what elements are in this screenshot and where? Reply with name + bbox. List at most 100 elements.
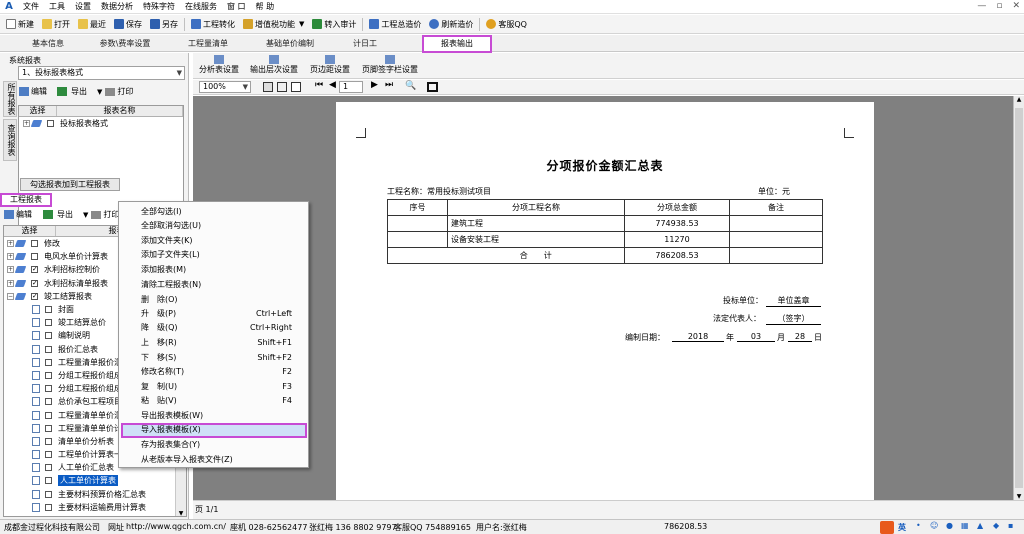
- context-menu-item[interactable]: 添加报表(M): [141, 264, 186, 276]
- tree-row[interactable]: 人工单价计算表: [4, 474, 186, 487]
- row-checkbox[interactable]: [45, 319, 52, 327]
- row-checkbox[interactable]: [45, 398, 52, 406]
- menu-special-chars[interactable]: 特殊字符: [138, 1, 180, 12]
- row-checkbox[interactable]: [45, 411, 52, 419]
- project-edit-button[interactable]: 编辑: [16, 209, 32, 220]
- add-to-project-reports-button[interactable]: 勾选报表加到工程报表: [20, 178, 120, 191]
- total-cost-button[interactable]: 工程总造价: [365, 16, 425, 33]
- context-menu-item[interactable]: 导出报表模板(W): [141, 410, 203, 422]
- row-checkbox[interactable]: ✓: [31, 279, 38, 287]
- tab-daywork[interactable]: 计日工: [340, 37, 390, 52]
- page-width-icon[interactable]: [291, 82, 301, 92]
- last-page-icon[interactable]: ⏭: [385, 80, 393, 90]
- grid-icon[interactable]: ▪: [1008, 521, 1018, 534]
- context-menu-item[interactable]: 全部勾选(I): [141, 206, 182, 218]
- row-checkbox[interactable]: ✓: [31, 266, 38, 274]
- minimize-button[interactable]: —: [977, 1, 986, 11]
- context-menu-item[interactable]: 上 移(R): [141, 337, 177, 349]
- tree-row[interactable]: 主要材料预算价格汇总表: [4, 488, 186, 501]
- row-checkbox[interactable]: [45, 490, 52, 498]
- vat-function-button[interactable]: 增值税功能 ▼: [239, 16, 308, 33]
- margin-settings-button[interactable]: 页边距设置: [309, 55, 351, 75]
- print-button[interactable]: 打印: [117, 86, 133, 97]
- preview-scrollbar[interactable]: ▲ ▼: [1013, 96, 1024, 500]
- emoji-icon[interactable]: ☺: [930, 521, 940, 534]
- row-checkbox[interactable]: [45, 437, 52, 445]
- tab-unit-price[interactable]: 基础单价编制: [258, 37, 322, 52]
- open-button[interactable]: 打开: [38, 16, 74, 33]
- context-menu-item[interactable]: 从老版本导入报表文件(Z): [141, 454, 233, 466]
- row-checkbox[interactable]: [31, 253, 38, 261]
- context-menu-item[interactable]: 全部取消勾选(U): [141, 220, 201, 232]
- restore-button[interactable]: ▫: [996, 1, 1002, 11]
- tree-row[interactable]: 主要材料运输费用计算表: [4, 501, 186, 514]
- zoom-select[interactable]: 100% ▼: [199, 81, 251, 93]
- context-menu-item[interactable]: 清除工程报表(N): [141, 279, 201, 291]
- row-checkbox[interactable]: [45, 451, 52, 459]
- collapse-icon[interactable]: −: [7, 292, 14, 300]
- zoom-icon[interactable]: 🔍: [405, 81, 416, 91]
- row-checkbox[interactable]: [45, 345, 52, 353]
- expand-icon[interactable]: +: [23, 120, 30, 128]
- context-menu-item[interactable]: 复 制(U): [141, 381, 177, 393]
- menu-settings[interactable]: 设置: [70, 1, 96, 12]
- project-convert-button[interactable]: 工程转化: [187, 16, 239, 33]
- ime-language[interactable]: 英: [898, 522, 906, 533]
- row-checkbox[interactable]: [45, 464, 52, 472]
- output-level-settings-button[interactable]: 输出层次设置: [249, 55, 299, 75]
- mic-icon[interactable]: ●: [946, 521, 956, 534]
- context-menu-item[interactable]: 添加文件夹(K): [141, 235, 193, 247]
- tab-report-output[interactable]: 报表输出: [422, 35, 492, 53]
- new-button[interactable]: 新建: [2, 16, 38, 33]
- row-checkbox[interactable]: [31, 240, 38, 248]
- single-page-icon[interactable]: [263, 82, 273, 92]
- tree-row[interactable]: 主要材料预算价格计算表: [4, 514, 186, 516]
- context-menu-item[interactable]: 粘 贴(V): [141, 395, 177, 407]
- row-checkbox[interactable]: [45, 477, 52, 485]
- menu-help[interactable]: 帮 助: [251, 1, 280, 12]
- save-button[interactable]: 保存: [110, 16, 146, 33]
- first-page-icon[interactable]: ⏮: [315, 80, 323, 90]
- scroll-thumb[interactable]: [1015, 108, 1023, 488]
- expand-icon[interactable]: +: [7, 240, 14, 248]
- project-print-button[interactable]: 打印: [103, 209, 119, 220]
- menu-online-service[interactable]: 在线服务: [180, 1, 222, 12]
- context-menu-item[interactable]: 删 除(O): [141, 294, 178, 306]
- prev-page-icon[interactable]: ◀: [329, 80, 336, 90]
- context-menu-item[interactable]: 导入报表模板(X): [141, 424, 201, 436]
- multi-page-icon[interactable]: [277, 82, 287, 92]
- menu-data-analysis[interactable]: 数据分析: [96, 1, 138, 12]
- next-page-icon[interactable]: ▶: [371, 80, 378, 90]
- menu-icon[interactable]: ◆: [993, 521, 1003, 534]
- skin-icon[interactable]: ▲: [977, 521, 987, 534]
- close-button[interactable]: ✕: [1012, 1, 1020, 11]
- menu-window[interactable]: 窗 口: [222, 1, 251, 12]
- project-export-button[interactable]: 导出: [57, 209, 73, 220]
- scroll-up-icon[interactable]: ▲: [1015, 96, 1023, 103]
- close-preview-icon[interactable]: [427, 82, 438, 92]
- row-checkbox[interactable]: ✓: [31, 292, 38, 300]
- ime-logo-icon[interactable]: [880, 521, 894, 534]
- report-format-select[interactable]: 1、投标报表格式 ▼: [18, 66, 185, 80]
- expand-icon[interactable]: +: [7, 253, 14, 261]
- context-menu-item[interactable]: 降 级(Q): [141, 322, 178, 334]
- menu-file[interactable]: 文件: [18, 1, 44, 12]
- recent-button[interactable]: 最近: [74, 16, 110, 33]
- context-menu-item[interactable]: 下 移(S): [141, 352, 176, 364]
- keyboard-icon[interactable]: ▦: [961, 521, 971, 534]
- tab-bill-of-quantities[interactable]: 工程量清单: [176, 37, 240, 52]
- scroll-down-icon[interactable]: ▼: [1015, 493, 1023, 500]
- support-qq-button[interactable]: 客服QQ: [482, 16, 531, 33]
- context-menu-item[interactable]: 存为报表集合(Y): [141, 439, 200, 451]
- tab-all-reports[interactable]: 所有报表: [3, 81, 17, 117]
- save-as-button[interactable]: 另存: [146, 16, 182, 33]
- tab-basic-info[interactable]: 基本信息: [18, 37, 78, 52]
- menu-tools[interactable]: 工具: [44, 1, 70, 12]
- row-checkbox[interactable]: [45, 371, 52, 379]
- export-button[interactable]: 导出: [71, 86, 87, 97]
- row-checkbox[interactable]: [45, 306, 52, 314]
- website-link[interactable]: http://www.qgch.com.cn/: [126, 522, 226, 531]
- context-menu-item[interactable]: 升 级(P): [141, 308, 176, 320]
- row-checkbox[interactable]: [45, 358, 52, 366]
- punctuation-icon[interactable]: •: [916, 521, 926, 534]
